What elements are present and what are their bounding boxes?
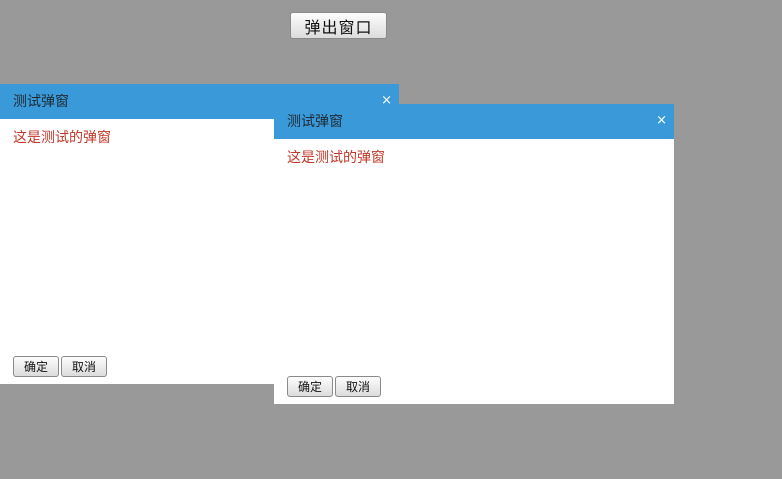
dialog-message: 这是测试的弹窗 <box>13 130 111 146</box>
dialog-message: 这是测试的弹窗 <box>287 150 385 166</box>
cancel-button[interactable]: 取消 <box>335 376 381 397</box>
dialog-footer: 确定 取消 <box>287 376 381 397</box>
dialog-footer: 确定 取消 <box>13 356 107 377</box>
ok-button[interactable]: 确定 <box>287 376 333 397</box>
ok-button[interactable]: 确定 <box>13 356 59 377</box>
dialog-header[interactable]: 测试弹窗 × <box>274 104 674 139</box>
test-dialog-front: 测试弹窗 × 这是测试的弹窗 确定 取消 <box>274 104 674 404</box>
open-popup-button[interactable]: 弹出窗口 <box>290 12 387 39</box>
close-icon[interactable]: × <box>656 113 667 129</box>
cancel-button[interactable]: 取消 <box>61 356 107 377</box>
dialog-title: 测试弹窗 <box>13 94 69 110</box>
dialog-title: 测试弹窗 <box>287 114 343 130</box>
